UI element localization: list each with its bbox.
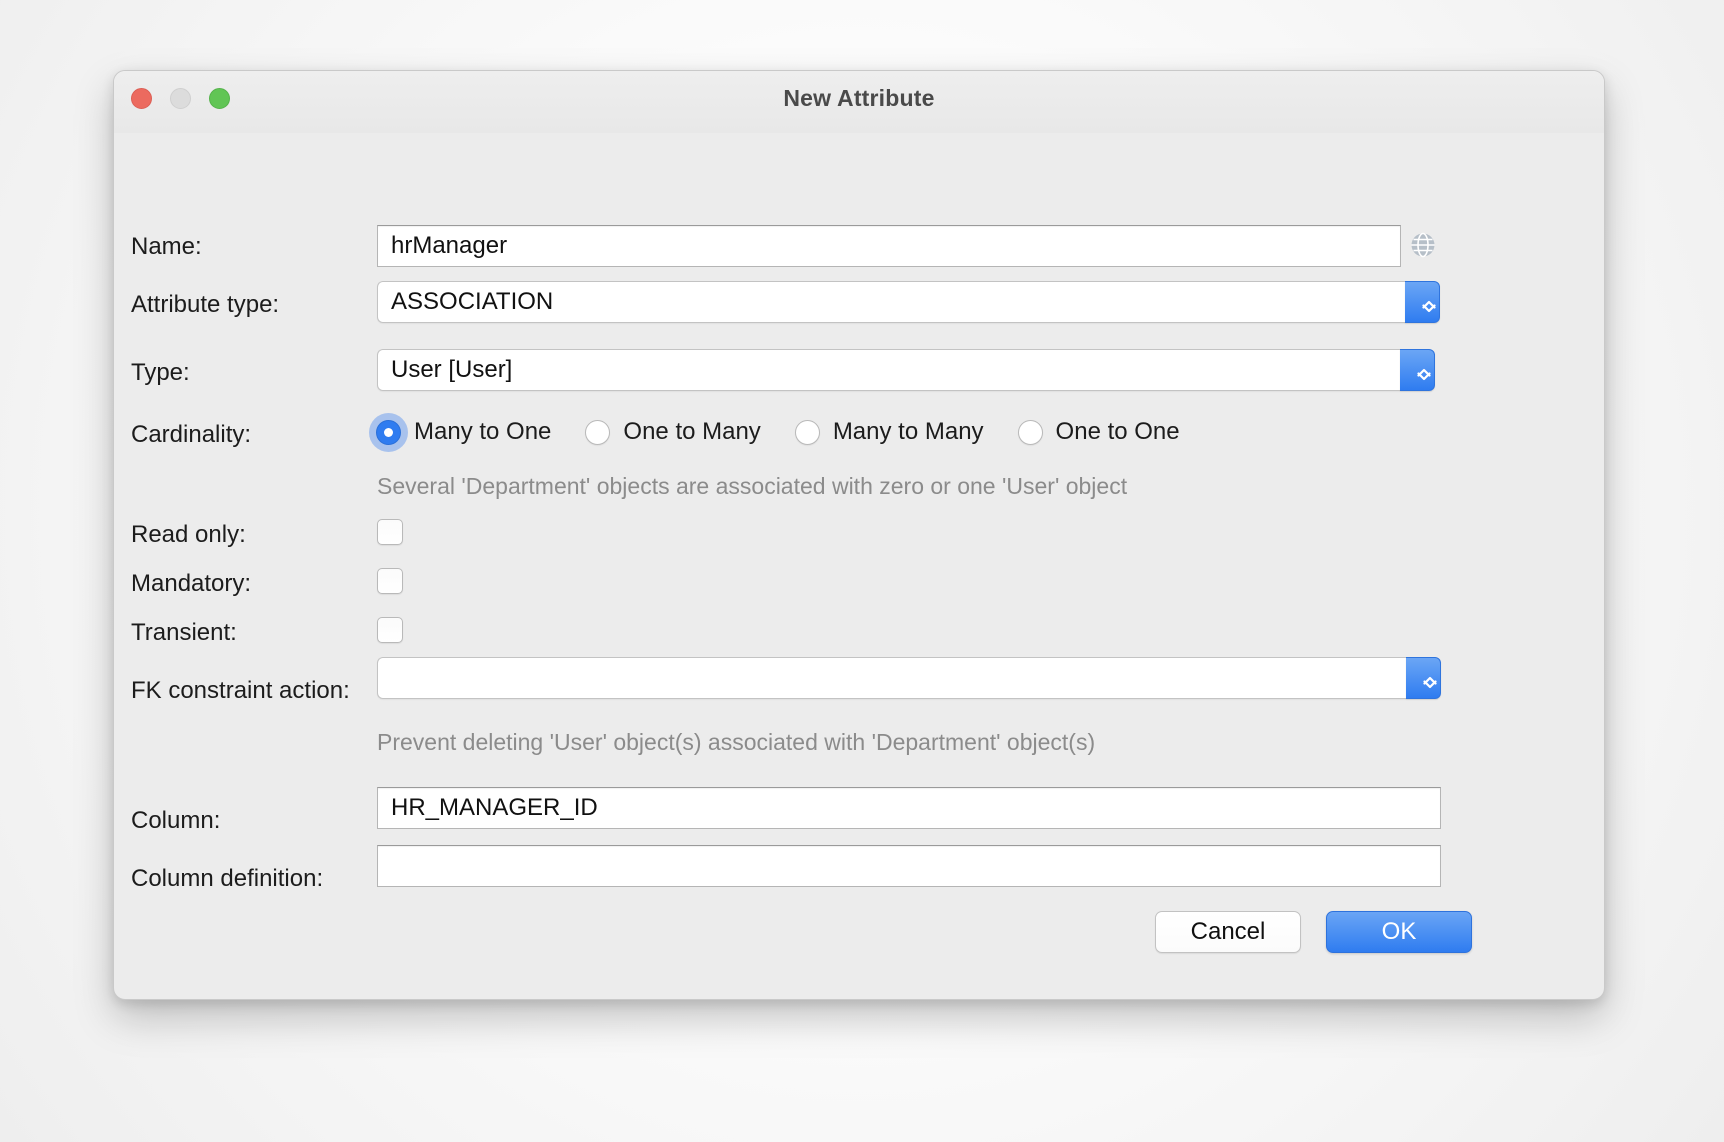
type-select[interactable]: User [User] [377, 349, 1435, 391]
attribute-type-stepper[interactable] [1405, 281, 1440, 323]
name-label: Name: [131, 233, 202, 261]
column-label: Column: [131, 807, 220, 835]
globe-icon[interactable] [1409, 231, 1437, 259]
fk-constraint-action-label: FK constraint action: [131, 677, 350, 705]
attribute-type-label: Attribute type: [131, 291, 279, 319]
mandatory-label: Mandatory: [131, 570, 251, 598]
title-bar[interactable]: New Attribute [114, 71, 1604, 133]
radio-indicator [1018, 420, 1043, 445]
radio-label: One to Many [623, 418, 760, 446]
new-attribute-dialog: New Attribute Name: hrManager Attribute … [113, 70, 1605, 1000]
read-only-checkbox[interactable] [377, 519, 403, 545]
transient-checkbox[interactable] [377, 617, 403, 643]
radio-indicator [585, 420, 610, 445]
column-definition-label: Column definition: [131, 865, 323, 893]
radio-label: Many to One [414, 418, 551, 446]
column-definition-input[interactable] [377, 845, 1441, 887]
radio-label: One to One [1056, 418, 1180, 446]
fk-constraint-action-select[interactable] [377, 657, 1441, 699]
radio-one-to-one[interactable]: One to One [1018, 418, 1180, 446]
transient-label: Transient: [131, 619, 237, 647]
read-only-label: Read only: [131, 521, 246, 549]
dialog-title: New Attribute [114, 85, 1604, 112]
radio-many-to-many[interactable]: Many to Many [795, 418, 984, 446]
column-input[interactable]: HR_MANAGER_ID [377, 787, 1441, 829]
radio-indicator [795, 420, 820, 445]
radio-one-to-many[interactable]: One to Many [585, 418, 760, 446]
cardinality-label: Cardinality: [131, 421, 251, 449]
cardinality-hint: Several 'Department' objects are associa… [377, 473, 1127, 500]
type-label: Type: [131, 359, 190, 387]
type-stepper[interactable] [1400, 349, 1435, 391]
dialog-content: Name: hrManager Attribute type: ASSOCIAT… [114, 133, 1604, 1000]
radio-label: Many to Many [833, 418, 984, 446]
name-input[interactable]: hrManager [377, 225, 1401, 267]
radio-many-to-one[interactable]: Many to One [376, 418, 551, 446]
cancel-button[interactable]: Cancel [1155, 911, 1301, 953]
fk-constraint-action-stepper[interactable] [1406, 657, 1441, 699]
fk-constraint-action-value [377, 657, 1406, 699]
ok-button[interactable]: OK [1326, 911, 1472, 953]
attribute-type-value: ASSOCIATION [377, 281, 1405, 323]
type-value: User [User] [377, 349, 1400, 391]
radio-indicator [376, 420, 401, 445]
mandatory-checkbox[interactable] [377, 568, 403, 594]
fk-constraint-action-hint: Prevent deleting 'User' object(s) associ… [377, 729, 1095, 756]
cardinality-radio-group: Many to One One to Many Many to Many One… [376, 418, 1214, 446]
attribute-type-select[interactable]: ASSOCIATION [377, 281, 1440, 323]
